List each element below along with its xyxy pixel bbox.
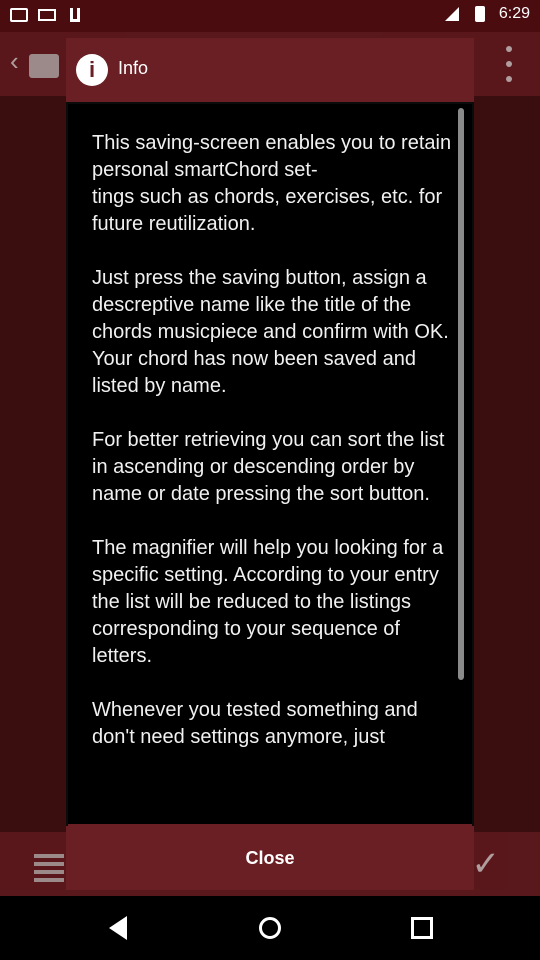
info-icon: i — [76, 54, 108, 86]
dialog-title: Info — [118, 58, 149, 78]
battery-icon — [471, 5, 489, 23]
list-icon[interactable] — [34, 850, 64, 882]
status-right: 6:29 — [443, 5, 530, 23]
mail-icon — [38, 6, 56, 24]
recent-apps-button[interactable] — [406, 912, 438, 944]
download-icon — [66, 6, 84, 24]
home-circle-icon — [259, 917, 281, 939]
status-time: 6:29 — [498, 5, 530, 22]
dialog-message: This saving-screen enables you to retain… — [92, 132, 452, 748]
dialog-scrollbar[interactable] — [458, 108, 464, 680]
folder-icon[interactable] — [28, 54, 59, 78]
appbar-left: ‹ — [10, 46, 59, 78]
check-icon[interactable]: ✓ — [472, 844, 501, 884]
back-button[interactable] — [102, 912, 134, 944]
back-triangle-icon — [109, 916, 127, 940]
status-bar: 6:29 — [0, 0, 540, 32]
home-button[interactable] — [254, 912, 286, 944]
info-dialog: i Info This saving-screen enables you to… — [66, 38, 474, 890]
overflow-menu-icon[interactable] — [506, 46, 514, 82]
close-button[interactable]: Close — [66, 826, 474, 890]
signal-icon — [443, 5, 461, 23]
recent-square-icon — [411, 917, 433, 939]
status-left-icons — [10, 6, 84, 24]
dialog-body[interactable]: This saving-screen enables you to retain… — [68, 104, 472, 826]
navigation-bar — [0, 896, 540, 960]
back-icon[interactable]: ‹ — [10, 46, 19, 78]
app-icon — [10, 6, 28, 24]
dialog-header: i Info — [66, 38, 474, 102]
